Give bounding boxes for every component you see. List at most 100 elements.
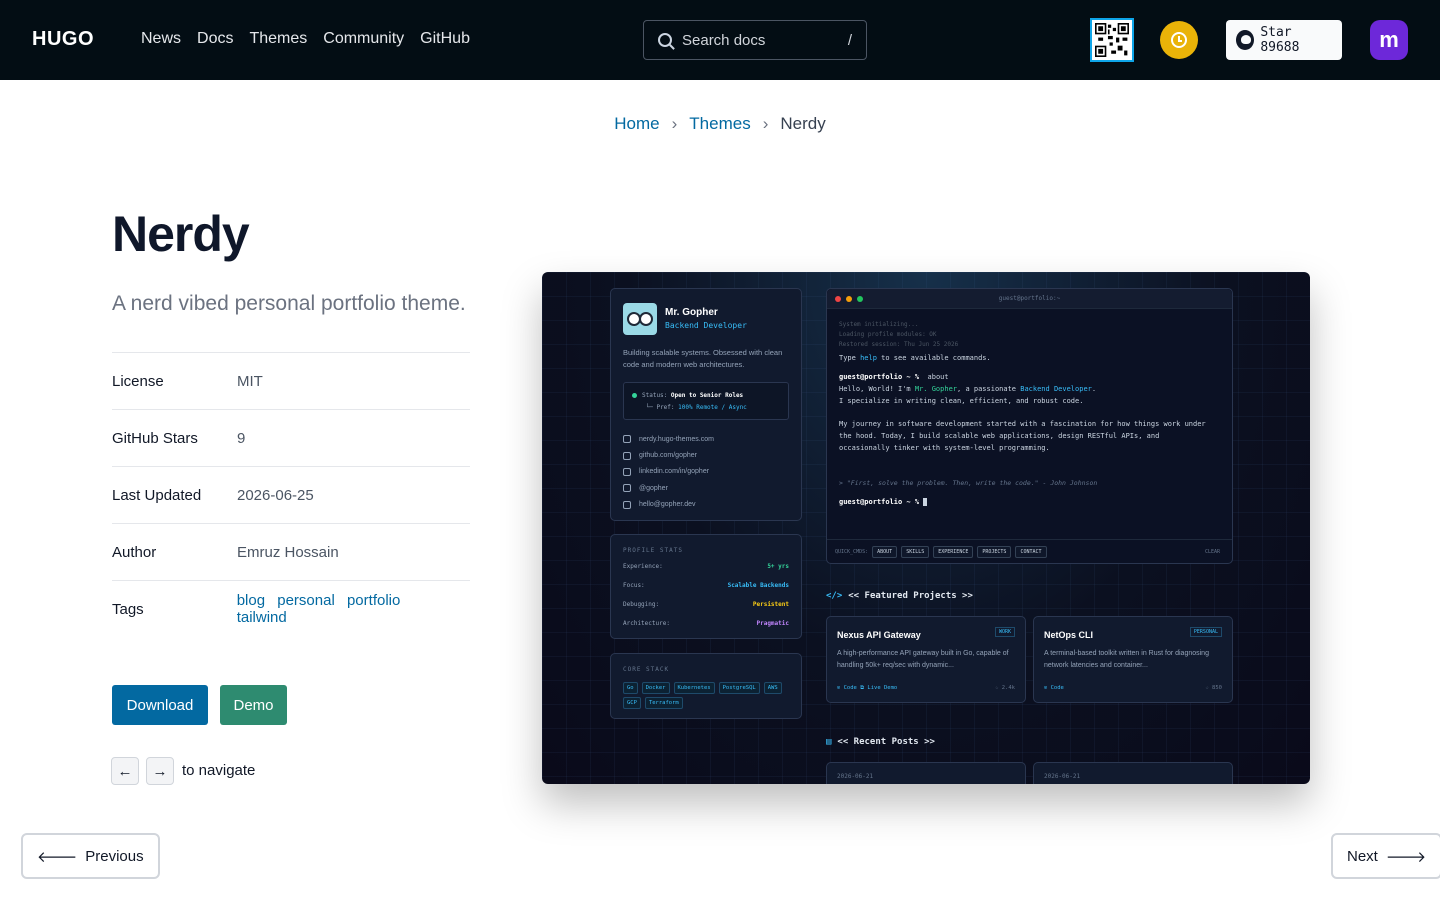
- terminal-line: occasionally tinker with system-level pr…: [839, 444, 1050, 452]
- project-badge: PERSONAL: [1189, 627, 1222, 637]
- download-button[interactable]: Download: [112, 685, 208, 725]
- stat-value: Pragmatic: [756, 620, 789, 627]
- preview-status-box: Status: Open to Senior Roles └─ Pref: 10…: [623, 382, 789, 420]
- about-role: Backend Developer: [1020, 385, 1092, 393]
- tag-link[interactable]: blog: [237, 592, 265, 609]
- breadcrumb-home[interactable]: Home: [614, 114, 659, 134]
- globe-icon: [623, 435, 631, 444]
- next-button[interactable]: Next 🡒: [1331, 833, 1440, 879]
- next-label: Next: [1347, 847, 1378, 865]
- terminal-prompt-line: guest@portfolio ~ % about: [839, 373, 949, 381]
- previous-button[interactable]: 🡐 Previous: [21, 833, 160, 879]
- breadcrumb-themes[interactable]: Themes: [689, 114, 750, 134]
- stat-key: Debugging:: [623, 601, 660, 608]
- pref-line: └─ Pref: 100% Remote / Async: [642, 402, 788, 414]
- post-date: 2026-06-21: [837, 773, 874, 780]
- preview-links: nerdy.hugo-themes.com github.com/gopher …: [623, 431, 714, 513]
- quick-cmd: SKILLS: [901, 545, 930, 558]
- projects-title: << Featured Projects >>: [848, 591, 973, 601]
- link-text: github.com/gopher: [639, 452, 697, 460]
- meta-value: 9: [237, 429, 246, 447]
- tag-list: blog personal portfolio tailwind: [237, 592, 470, 626]
- qr-code-icon[interactable]: [1090, 18, 1134, 62]
- preview-name: Mr. Gopher: [665, 307, 718, 318]
- terminal-title: guest@portfolio:~: [998, 295, 1061, 302]
- project-desc: A terminal-based toolkit written in Rust…: [1044, 650, 1209, 669]
- nav-community[interactable]: Community: [323, 30, 404, 48]
- status-label: Status:: [642, 392, 668, 399]
- stat-value: Scalable Backends: [727, 582, 789, 589]
- link-email: hello@gopher.dev: [623, 497, 714, 513]
- next-key-hint[interactable]: →: [146, 757, 174, 785]
- tag-link[interactable]: tailwind: [237, 609, 287, 626]
- stat-key: Focus:: [623, 582, 645, 589]
- page-title: Nerdy: [112, 206, 250, 262]
- link-github: github.com/gopher: [623, 447, 714, 463]
- posts-title: << Recent Posts >>: [837, 737, 935, 747]
- meta-row-stars: GitHub Stars 9: [112, 409, 470, 466]
- link-linkedin: linkedin.com/in/gopher: [623, 464, 714, 480]
- status-value: Open to Senior Roles: [670, 392, 744, 399]
- quick-cmd: CONTACT: [1015, 545, 1047, 558]
- help-pre: Type: [839, 354, 861, 362]
- hugo-logo[interactable]: HUGO: [32, 28, 94, 51]
- project-stars: ☆ 850: [1205, 685, 1222, 691]
- github-icon: [623, 451, 631, 460]
- arrow-right-icon: 🡒: [1385, 848, 1427, 866]
- pref-label: └─ Pref:: [645, 404, 675, 411]
- project-name: NetOps CLI: [1044, 630, 1094, 640]
- recent-clock-button[interactable]: [1160, 21, 1198, 59]
- breadcrumb-current: Nerdy: [780, 114, 826, 133]
- tag-link[interactable]: portfolio: [347, 592, 400, 609]
- stat-row: Focus: Scalable Backends: [623, 582, 789, 589]
- top-navbar: HUGO News Docs Themes Community GitHub S…: [0, 0, 1440, 80]
- search-input[interactable]: Search docs /: [643, 20, 867, 60]
- project-links: ⊙ Code: [1044, 685, 1064, 691]
- project-desc: A high-performance API gateway built in …: [837, 650, 1009, 669]
- terminal-prompt-line: guest@portfolio ~ %: [839, 498, 928, 506]
- stack-chip: Terraform: [644, 697, 683, 709]
- terminal-line: Restored session: Thu Jun 25 2026: [839, 341, 959, 348]
- nav-github[interactable]: GitHub: [420, 30, 470, 48]
- meta-row-updated: Last Updated 2026-06-25: [112, 466, 470, 523]
- gopher-avatar: [623, 303, 657, 335]
- search-icon: [658, 33, 672, 47]
- nav-themes[interactable]: Themes: [249, 30, 307, 48]
- terminal-line: System initializing...: [839, 321, 919, 328]
- document-icon: ▤: [826, 737, 832, 747]
- terminal-titlebar: guest@portfolio:~: [827, 289, 1232, 309]
- nav-docs[interactable]: Docs: [197, 30, 233, 48]
- meta-value: MIT: [237, 372, 263, 390]
- status-dot-icon: [632, 393, 637, 398]
- tag-link[interactable]: personal: [277, 592, 335, 609]
- stack-chip: Go: [623, 682, 638, 694]
- qr-code-graphic: [1095, 23, 1129, 57]
- breadcrumb: Home › Themes › Nerdy: [0, 114, 1440, 134]
- status-line: Status: Open to Senior Roles: [642, 390, 788, 402]
- meta-key: GitHub Stars: [112, 429, 198, 447]
- github-star-button[interactable]: Star 89688: [1226, 20, 1342, 60]
- cursor-icon: [923, 498, 928, 506]
- projects-heading: </> << Featured Projects >>: [826, 591, 973, 601]
- stat-row: Debugging: Persistent: [623, 601, 789, 608]
- nav-news[interactable]: News: [141, 30, 181, 48]
- preview-role: Backend Developer: [665, 321, 747, 330]
- terminal-line: I specialize in writing clean, efficient…: [839, 397, 1084, 405]
- help-post: to see available commands.: [876, 354, 991, 362]
- meta-row-license: License MIT: [112, 352, 470, 409]
- project-stars: ☆ 2.4k: [995, 685, 1015, 691]
- prev-key-hint[interactable]: ←: [111, 757, 139, 785]
- previous-label: Previous: [85, 847, 144, 865]
- stat-value: 5+ yrs: [767, 563, 789, 570]
- link-website: nerdy.hugo-themes.com: [623, 431, 714, 447]
- demo-button[interactable]: Demo: [220, 685, 287, 725]
- about-name: Mr. Gopher: [914, 385, 958, 393]
- stat-value: Persistent: [752, 601, 789, 608]
- theme-description: A nerd vibed personal portfolio theme.: [112, 292, 466, 315]
- stack-chips: Go Docker Kubernetes PostgreSQL AWS GCP …: [623, 682, 793, 709]
- theme-screenshot[interactable]: Mr. Gopher Backend Developer Building sc…: [542, 272, 1310, 784]
- quick-cmd: PROJECTS: [977, 545, 1012, 558]
- mastodon-icon[interactable]: m: [1370, 20, 1408, 60]
- project-card: NetOps CLI PERSONAL A terminal-based too…: [1033, 616, 1233, 703]
- stack-chip: Docker: [641, 682, 670, 694]
